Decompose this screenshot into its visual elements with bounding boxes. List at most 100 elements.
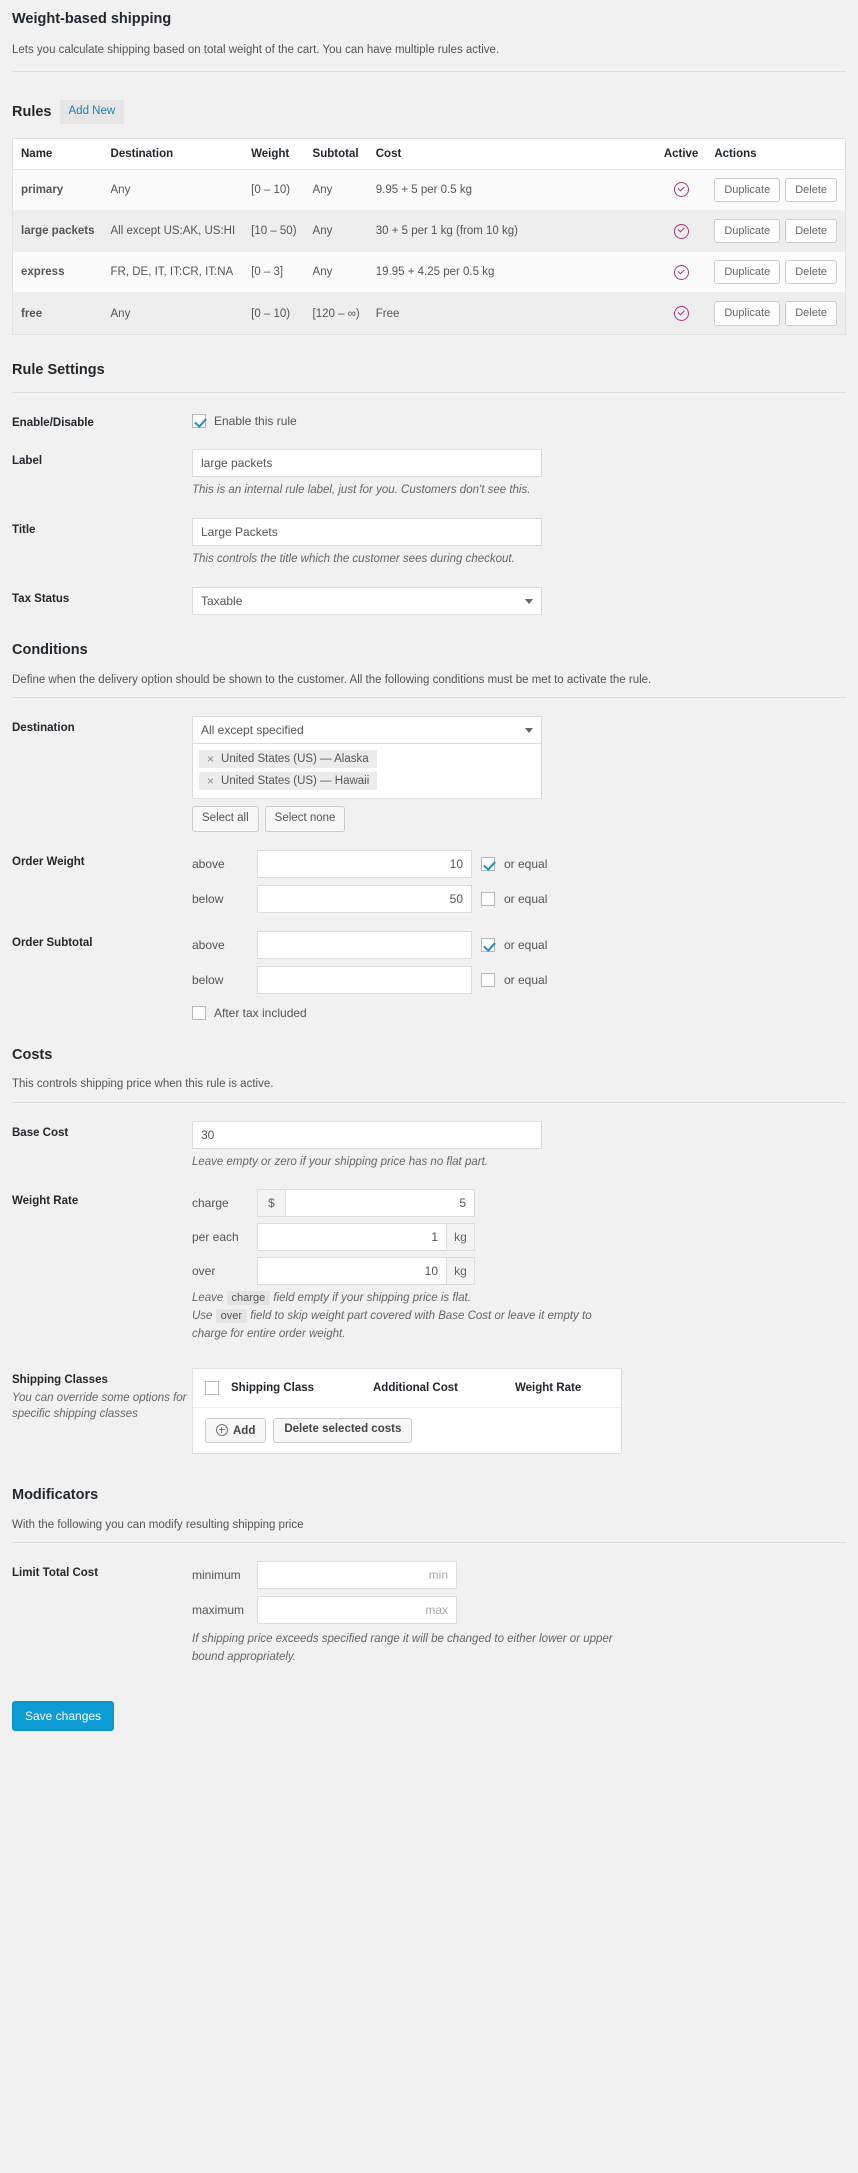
delete-selected-costs-button[interactable]: Delete selected costs xyxy=(273,1417,413,1444)
label-input[interactable] xyxy=(192,449,542,478)
modificators-description: With the following you can modify result… xyxy=(12,1519,304,1532)
weight-rate-per-each-input[interactable] xyxy=(257,1223,447,1252)
duplicate-rule-button[interactable]: Duplicate xyxy=(714,260,781,285)
tax-status-label: Tax Status xyxy=(12,592,70,605)
rule-subtotal-cell: Any xyxy=(304,251,368,294)
page-description: Lets you calculate shipping based on tot… xyxy=(12,43,500,56)
tax-status-select-wrap[interactable]: Taxable xyxy=(192,586,542,615)
conditions-section: Conditions Define when the delivery opti… xyxy=(12,641,846,1020)
order-weight-above-or-equal-checkbox[interactable] xyxy=(481,856,495,871)
delete-rule-button[interactable]: Delete xyxy=(785,177,837,202)
weight-rate-hint-1-post: field empty if your shipping price is fl… xyxy=(273,1292,471,1305)
table-row[interactable]: express FR, DE, IT, IT:CR, IT:NA [0 – 3] An… xyxy=(12,251,846,294)
destination-select-buttons: Select all Select none xyxy=(192,806,846,832)
costs-description: This controls shipping price when this r… xyxy=(12,1078,274,1091)
destination-token[interactable]: × United States (US) — Alaska xyxy=(199,750,377,769)
weight-rate-charge-input[interactable] xyxy=(285,1189,475,1218)
order-subtotal-below-input[interactable] xyxy=(257,965,472,994)
check-circle-icon[interactable] xyxy=(673,223,689,239)
duplicate-rule-button[interactable]: Duplicate xyxy=(714,177,781,202)
col-subtotal: Subtotal xyxy=(304,138,368,170)
table-row[interactable]: large packets All except US:AK, US:HI [10 … xyxy=(12,210,846,253)
destination-mode-select-wrap[interactable]: All except specified xyxy=(192,716,542,745)
base-cost-input[interactable] xyxy=(192,1120,542,1149)
weight-rate-charge-line: charge $ xyxy=(192,1189,846,1218)
order-weight-below-label: below xyxy=(192,891,224,906)
title-field-label: Title xyxy=(12,524,36,537)
costs-heading: Costs xyxy=(12,1046,53,1063)
add-shipping-class-button[interactable]: Add xyxy=(205,1417,267,1444)
rule-active-cell[interactable] xyxy=(655,251,707,294)
shipping-classes-header-row: Shipping Class Additional Cost Weight Ra… xyxy=(193,1369,621,1408)
order-subtotal-above-or-equal-checkbox[interactable] xyxy=(481,937,495,952)
close-icon[interactable]: × xyxy=(207,775,214,787)
order-subtotal-above-or-equal-label: or equal xyxy=(504,937,548,952)
modificators-heading: Modificators xyxy=(12,1487,99,1504)
table-row[interactable]: primary Any [0 – 10) Any 9.95 + 5 per 0.5 kg… xyxy=(12,169,846,211)
order-subtotal-above-line: above or equal xyxy=(192,930,846,959)
rule-active-cell[interactable] xyxy=(655,210,707,253)
order-weight-below-or-equal-checkbox[interactable] xyxy=(481,891,495,906)
limit-minimum-label: minimum xyxy=(192,1568,241,1583)
select-none-button[interactable]: Select none xyxy=(264,806,346,832)
after-tax-checkbox[interactable] xyxy=(192,1005,206,1020)
enable-rule-checkbox[interactable] xyxy=(192,413,206,428)
shipping-classes-select-all-checkbox[interactable] xyxy=(205,1380,219,1395)
destination-token-list[interactable]: × United States (US) — Alaska × United Stat… xyxy=(192,743,542,800)
weight-rate-over-input[interactable] xyxy=(257,1257,447,1286)
duplicate-rule-button[interactable]: Duplicate xyxy=(714,301,781,326)
rule-action-buttons: Duplicate Delete xyxy=(714,218,837,244)
rule-destination-cell: Any xyxy=(110,307,131,320)
shipping-classes-sublabel: You can override some options for specif… xyxy=(12,1391,187,1421)
order-weight-above-line: above or equal xyxy=(192,849,846,878)
weight-rate-hint-2-post: field to skip weight part covered with B… xyxy=(192,1310,592,1341)
weight-rate-hint: Leave charge field empty if your shippin… xyxy=(192,1290,622,1343)
order-subtotal-below-or-equal-checkbox[interactable] xyxy=(481,972,495,987)
duplicate-rule-button[interactable]: Duplicate xyxy=(714,218,781,244)
weight-rate-hint-2-pre: Use xyxy=(192,1310,213,1323)
order-weight-below-input[interactable] xyxy=(257,884,472,913)
rule-weight-cell: [10 – 50) xyxy=(243,210,305,253)
delete-rule-button[interactable]: Delete xyxy=(785,218,837,244)
title-input[interactable] xyxy=(192,518,542,547)
delete-rule-button[interactable]: Delete xyxy=(785,260,837,285)
table-row[interactable]: free Any [0 – 10) [120 – ∞) Free Duplicate Del… xyxy=(12,292,846,335)
rule-name-cell: express xyxy=(12,251,103,294)
row-order-weight: Order Weight above or equal below or equ… xyxy=(12,849,846,913)
after-tax-label: After tax included xyxy=(214,1005,307,1020)
rule-active-cell[interactable] xyxy=(656,293,707,334)
shipping-classes-actions: Add Delete selected costs xyxy=(193,1407,621,1454)
rules-table: Name Destination Weight Subtotal Cost Ac… xyxy=(12,137,846,335)
col-destination: Destination xyxy=(102,138,244,170)
delete-rule-button[interactable]: Delete xyxy=(785,301,837,326)
order-weight-above-or-equal-label: or equal xyxy=(504,856,548,871)
save-changes-button[interactable]: Save changes xyxy=(12,1701,115,1732)
check-circle-icon[interactable] xyxy=(673,306,689,322)
col-cost: Cost xyxy=(367,138,656,170)
enable-rule-checkbox-row[interactable]: Enable this rule xyxy=(192,411,846,428)
order-subtotal-above-input[interactable] xyxy=(257,930,472,959)
check-circle-icon[interactable] xyxy=(673,182,689,198)
weight-rate-hint-1-pre: Leave xyxy=(192,1292,224,1305)
col-shipping-class: Shipping Class xyxy=(231,1381,315,1394)
weight-rate-hint-keyword-charge: charge xyxy=(226,1291,271,1306)
rule-cost-cell: 30 + 5 per 1 kg (from 10 kg) xyxy=(367,210,656,253)
destination-token[interactable]: × United States (US) — Hawaii xyxy=(199,772,378,791)
destination-mode-select[interactable]: All except specified xyxy=(192,716,542,745)
close-icon[interactable]: × xyxy=(207,753,214,765)
limit-minimum-input[interactable] xyxy=(257,1561,457,1590)
row-weight-rate: Weight Rate charge $ per each xyxy=(12,1189,846,1343)
destination-token-label: United States (US) — Hawaii xyxy=(221,775,370,788)
rule-active-cell[interactable] xyxy=(655,169,707,211)
rule-weight-cell: [0 – 10) xyxy=(251,307,291,320)
add-new-rule-button[interactable]: Add New xyxy=(59,100,125,124)
rule-destination-cell: Any xyxy=(102,169,244,211)
order-weight-above-input[interactable] xyxy=(257,849,472,878)
limit-maximum-input[interactable] xyxy=(257,1596,457,1625)
tax-status-select[interactable]: Taxable xyxy=(192,586,542,615)
after-tax-row[interactable]: After tax included xyxy=(192,1003,846,1020)
select-all-button[interactable]: Select all xyxy=(192,806,259,832)
rule-settings-heading: Rule Settings xyxy=(12,361,105,378)
rule-actions-cell: Duplicate Delete xyxy=(706,169,846,211)
check-circle-icon[interactable] xyxy=(673,264,689,280)
